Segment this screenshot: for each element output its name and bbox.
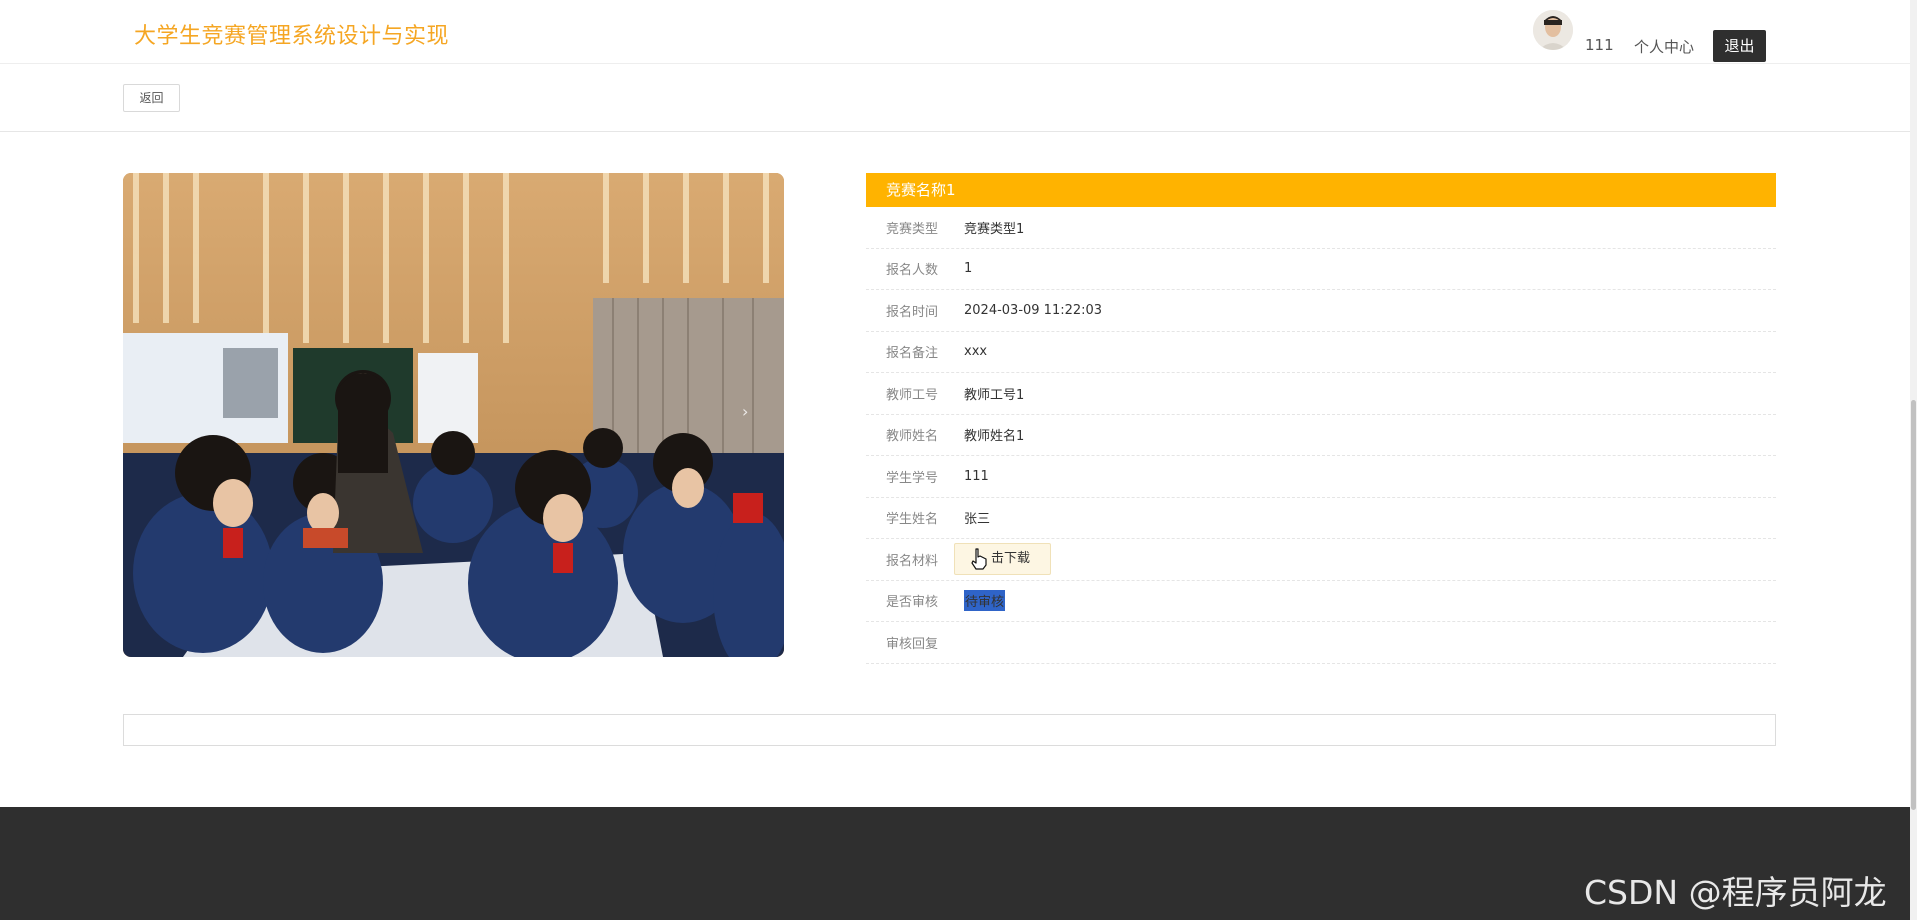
detail-row: 教师工号 教师工号1 [866,373,1776,415]
page: 大学生竞赛管理系统设计与实现 111 个人中心 退出 返回 › 竞赛名称1 竞赛… [0,0,1917,920]
field-label: 学生学号 [886,470,939,486]
detail-row: 报名材料 击下载 [866,539,1776,581]
field-value: 111 [964,468,989,484]
download-material-button[interactable]: 击下载 [954,543,1052,576]
field-value: 1 [964,261,973,277]
field-value: 教师姓名1 [964,429,1025,445]
detail-row: 报名时间 2024-03-09 11:22:03 [866,290,1776,332]
field-label: 学生姓名 [886,512,939,528]
back-bar: 返回 [0,64,1910,132]
field-value: 竞赛类型1 [964,221,1025,237]
detail-panel: 竞赛名称1 竞赛类型 竞赛类型1 报名人数 1 报名时间 2024-03-09 … [866,173,1776,664]
chevron-right-icon[interactable]: › [742,402,748,421]
field-label: 教师工号 [886,387,939,403]
detail-row: 是否审核 待审核 [866,581,1776,622]
field-label: 报名时间 [886,304,939,320]
site-title[interactable]: 大学生竞赛管理系统设计与实现 [134,18,449,50]
field-label: 教师姓名 [886,429,939,445]
content-box [123,714,1776,746]
field-label: 竞赛类型 [886,221,939,237]
user-name: 111 [1585,36,1614,54]
detail-row: 报名备注 xxx [866,332,1776,373]
detail-row: 审核回复 [866,622,1776,664]
competition-photo [123,173,784,657]
field-value: 教师工号1 [964,387,1025,403]
detail-row: 报名人数 1 [866,249,1776,290]
field-label: 报名备注 [886,346,939,362]
field-label: 报名材料 [886,553,939,569]
field-label: 审核回复 [886,636,939,652]
logout-button[interactable]: 退出 [1713,30,1766,62]
competition-name-header: 竞赛名称1 [866,173,1776,207]
hand-pointer-icon [971,548,987,570]
back-button[interactable]: 返回 [123,84,180,112]
field-value: xxx [964,344,988,360]
field-label: 是否审核 [886,595,939,611]
user-center-link[interactable]: 个人中心 [1634,36,1694,57]
scrollbar-thumb[interactable] [1911,400,1916,810]
field-label: 报名人数 [886,263,939,279]
detail-row: 学生姓名 张三 [866,498,1776,539]
detail-row: 教师姓名 教师姓名1 [866,415,1776,456]
detail-row: 学生学号 111 [866,456,1776,498]
top-header: 大学生竞赛管理系统设计与实现 111 个人中心 退出 [0,0,1910,64]
field-value: 张三 [964,512,991,528]
detail-row: 竞赛类型 竞赛类型1 [866,207,1776,249]
user-avatar[interactable] [1533,10,1573,50]
field-value: 2024-03-09 11:22:03 [964,302,1103,318]
watermark: CSDN @程序员阿龙 [1584,873,1887,912]
review-status: 待审核 [964,590,1006,612]
